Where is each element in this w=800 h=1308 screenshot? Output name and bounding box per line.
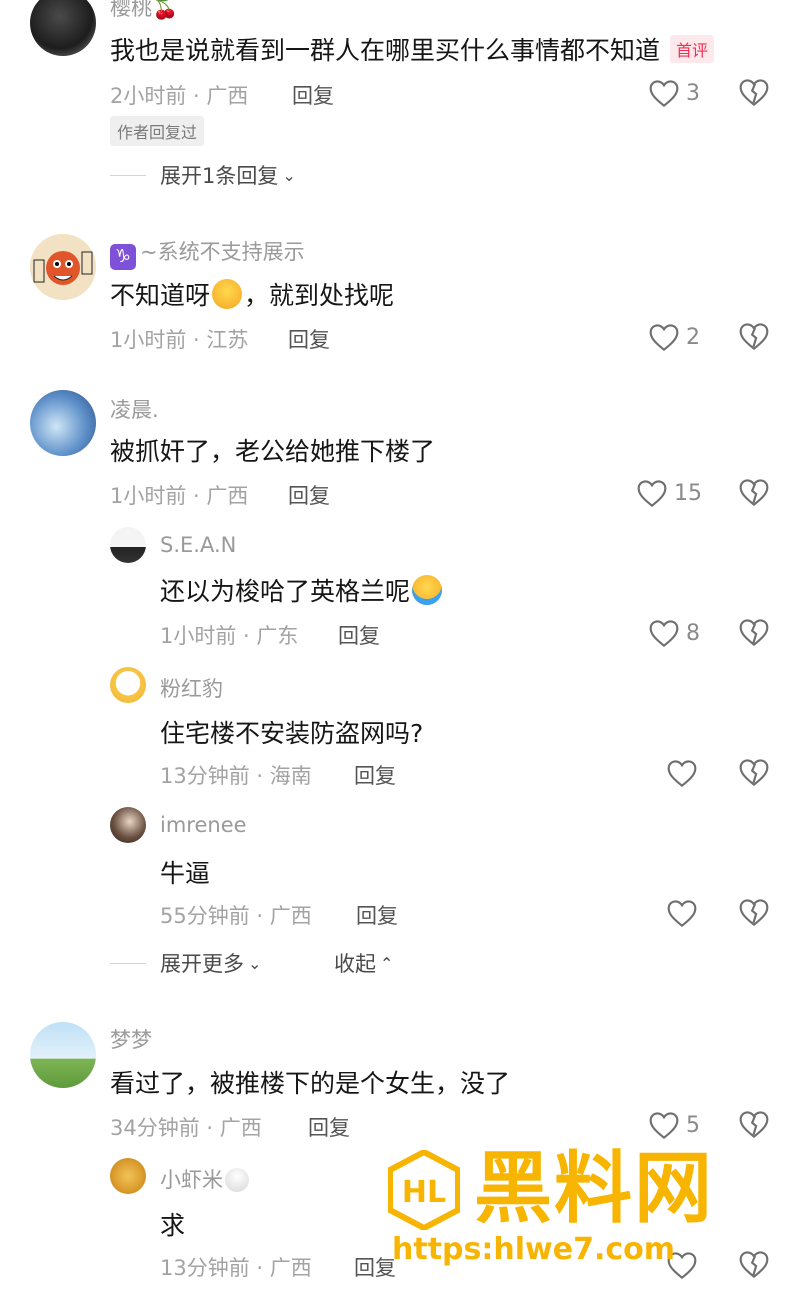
first-comment-badge: 首评 (670, 35, 715, 63)
sweat-smile-emoji-icon (212, 279, 243, 309)
reply-button[interactable]: 回复 (308, 1112, 350, 1142)
avatar[interactable] (30, 234, 96, 300)
divider (110, 174, 146, 176)
like-button[interactable]: 2 (648, 320, 700, 354)
watermark: HL 黑料网 https:hlwe7.com (388, 1144, 768, 1284)
heart-icon (649, 1112, 679, 1140)
username[interactable]: 樱桃🍒 (110, 0, 178, 22)
comment-text: 不知道呀 ，就到处找呢 (110, 279, 395, 310)
comment-text: 看过了，被推楼下的是个女生，没了 (110, 1069, 511, 1098)
reply-button[interactable]: 回复 (288, 324, 330, 354)
chevron-up-icon: ⌃ (380, 953, 394, 973)
dislike-icon[interactable] (738, 896, 770, 928)
dislike-icon[interactable] (738, 1108, 770, 1140)
avatar[interactable] (30, 390, 96, 456)
comment-text: 牛逼 (160, 859, 211, 888)
avatar[interactable] (110, 527, 146, 563)
heart-icon (649, 620, 679, 648)
comment-meta: 34分钟前 · 广西 (110, 1116, 262, 1140)
avatar[interactable] (110, 1158, 146, 1194)
avatar[interactable] (110, 807, 146, 843)
username[interactable]: 梦梦 (110, 1024, 152, 1054)
like-count: 15 (674, 480, 702, 506)
username[interactable]: S.E.A.N (160, 533, 236, 557)
avatar[interactable] (30, 0, 96, 56)
heart-icon (649, 80, 679, 108)
expand-replies-button[interactable]: 展开1条回复 ⌄ (110, 160, 296, 190)
author-replied-badge: 作者回复过 (110, 116, 205, 146)
username[interactable]: 小虾米 (160, 1164, 251, 1194)
comment-text: 被抓奸了，老公给她推下楼了 (110, 437, 436, 466)
expand-more-button[interactable]: 展开更多 ⌄ (110, 948, 261, 978)
divider (110, 962, 146, 964)
watermark-title: 黑料网 (474, 1144, 715, 1234)
like-button[interactable] (666, 756, 704, 790)
collapse-button[interactable]: 收起 ⌃ (334, 948, 393, 978)
reply-button[interactable]: 回复 (292, 80, 334, 110)
dislike-icon[interactable] (738, 756, 770, 788)
dislike-icon[interactable] (738, 320, 770, 352)
heart-icon (649, 324, 679, 352)
comment-text: 还以为梭哈了英格兰呢 (160, 572, 444, 608)
comment-meta: 1小时前 · 江苏 (110, 328, 249, 352)
like-button[interactable]: 15 (636, 476, 702, 510)
dislike-icon[interactable] (738, 76, 770, 108)
watermark-logo-text: HL (402, 1175, 446, 1210)
watermark-url: https:hlwe7.com (392, 1232, 675, 1267)
like-button[interactable]: 5 (648, 1108, 700, 1142)
comment-meta: 1小时前 · 广西 (110, 484, 249, 508)
capricorn-icon: ♑ (110, 244, 136, 270)
avatar[interactable] (110, 667, 146, 703)
comment-meta: 55分钟前 · 广西 (160, 904, 312, 928)
reply-button[interactable]: 回复 (356, 900, 398, 930)
reply-button[interactable]: 回复 (354, 760, 396, 790)
username[interactable]: 粉红豹 (160, 673, 223, 703)
like-button[interactable]: 8 (648, 616, 700, 650)
like-count: 8 (686, 620, 700, 646)
comment-text: 求 (160, 1211, 186, 1240)
avatar-image (30, 234, 96, 300)
dislike-icon[interactable] (738, 616, 770, 648)
rice-bowl-emoji-icon (225, 1168, 249, 1192)
heart-icon (637, 480, 667, 508)
avatar[interactable] (30, 1022, 96, 1088)
crying-laughing-emoji-icon (412, 575, 443, 605)
watermark-logo-icon: HL (388, 1150, 460, 1230)
like-button[interactable]: 3 (648, 76, 700, 110)
comment-meta: 1小时前 · 广东 (160, 624, 299, 648)
dislike-icon[interactable] (738, 476, 770, 508)
username[interactable]: ♑ ~系统不支持展示 (110, 236, 305, 270)
username[interactable]: imrenee (160, 813, 247, 837)
like-count: 2 (686, 324, 700, 350)
comment-text: 住宅楼不安装防盗网吗? (160, 719, 424, 748)
comment-meta: 13分钟前 · 广西 (160, 1256, 312, 1280)
heart-icon (667, 900, 697, 928)
comment-meta: 2小时前 · 广西 (110, 84, 249, 108)
username[interactable]: 凌晨. (110, 394, 159, 424)
comment-text: 我也是说就看到一群人在哪里买什么事情都不知道 首评 (110, 31, 715, 67)
heart-icon (667, 760, 697, 788)
reply-button[interactable]: 回复 (288, 480, 330, 510)
like-button[interactable] (666, 896, 704, 930)
chevron-down-icon: ⌄ (282, 165, 296, 185)
comment-meta: 13分钟前 · 海南 (160, 764, 312, 788)
chevron-down-icon: ⌄ (248, 953, 262, 973)
like-count: 5 (686, 1112, 700, 1138)
reply-button[interactable]: 回复 (338, 620, 380, 650)
like-count: 3 (686, 80, 700, 106)
